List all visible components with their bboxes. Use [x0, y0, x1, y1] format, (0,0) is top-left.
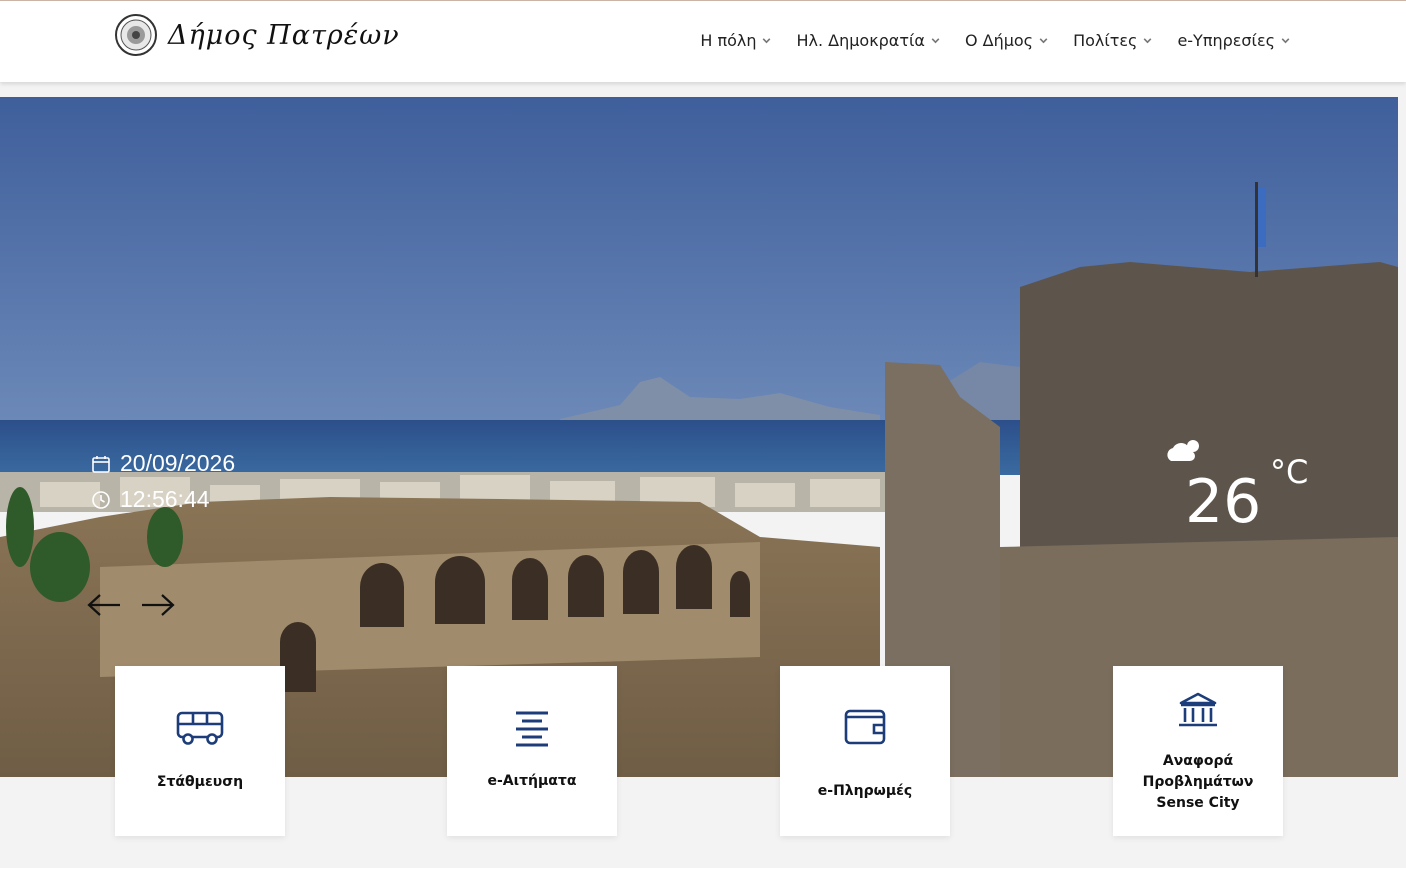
temperature-value: 26 — [1185, 467, 1262, 537]
clock-icon — [92, 490, 110, 509]
time-display: 12:56:44 — [91, 486, 210, 513]
nav-label: Ο Δήμος — [964, 31, 1034, 50]
institution-icon — [1179, 692, 1217, 727]
align-center-icon — [516, 711, 548, 747]
nav-label: Πολίτες — [1073, 31, 1138, 50]
municipality-seal-icon — [115, 14, 157, 56]
temperature-unit: °C — [1270, 453, 1309, 491]
bus-icon — [176, 711, 224, 745]
nav-item-municipality[interactable]: Ο Δήμος — [965, 31, 1049, 50]
card-sense-city[interactable]: Αναφορά Προβλημάτων Sense City — [1113, 666, 1283, 836]
nav-label: Ηλ. Δημοκρατία — [796, 31, 925, 50]
calendar-icon — [92, 455, 110, 473]
card-label: Στάθμευση — [156, 774, 244, 790]
card-parking[interactable]: Στάθμευση — [115, 666, 285, 836]
card-e-payments[interactable]: e-Πληρωμές — [780, 666, 950, 836]
card-e-requests[interactable]: e-Αιτήματα — [447, 666, 617, 836]
slider-controls — [86, 590, 176, 620]
chevron-down-icon — [1144, 38, 1152, 44]
nav-item-citizens[interactable]: Πολίτες — [1073, 31, 1153, 50]
time-text: 12:56:44 — [120, 486, 210, 512]
date-text: 20/09/2026 — [120, 450, 236, 476]
nav-item-e-services[interactable]: e-Υπηρεσίες — [1177, 31, 1291, 50]
chevron-down-icon — [1039, 38, 1048, 44]
card-label-line: Sense City — [1156, 795, 1240, 811]
logo-text: Δήμος Πατρέων — [168, 19, 400, 51]
partly-cloudy-icon — [1167, 440, 1199, 461]
nav-item-city[interactable]: Η πόλη — [700, 31, 772, 50]
arrow-right-icon[interactable] — [140, 590, 176, 620]
card-label-line: Αναφορά — [1162, 753, 1234, 769]
card-label-line: Προβλημάτων — [1142, 774, 1254, 790]
chevron-down-icon — [1281, 38, 1290, 44]
site-logo[interactable]: Δήμος Πατρέων — [114, 13, 400, 57]
card-label: e-Αιτήματα — [487, 773, 577, 789]
nav-item-e-democracy[interactable]: Ηλ. Δημοκρατία — [796, 31, 940, 50]
chevron-down-icon — [931, 38, 940, 44]
nav-label: e-Υπηρεσίες — [1177, 31, 1275, 50]
arrow-left-icon[interactable] — [86, 590, 122, 620]
main-nav: Η πόλη Ηλ. Δημοκρατία Ο Δήμος Πολίτες e-… — [700, 31, 1291, 50]
card-label: e-Πληρωμές — [817, 783, 913, 799]
chevron-down-icon — [763, 38, 771, 44]
site-header: Δήμος Πατρέων Η πόλη Ηλ. Δημοκρατία Ο Δή… — [0, 0, 1406, 82]
card-label: Αναφορά Προβλημάτων Sense City — [1143, 751, 1254, 814]
date-display: 20/09/2026 — [91, 450, 235, 477]
nav-label: Η πόλη — [700, 31, 757, 50]
wallet-icon — [844, 709, 886, 745]
